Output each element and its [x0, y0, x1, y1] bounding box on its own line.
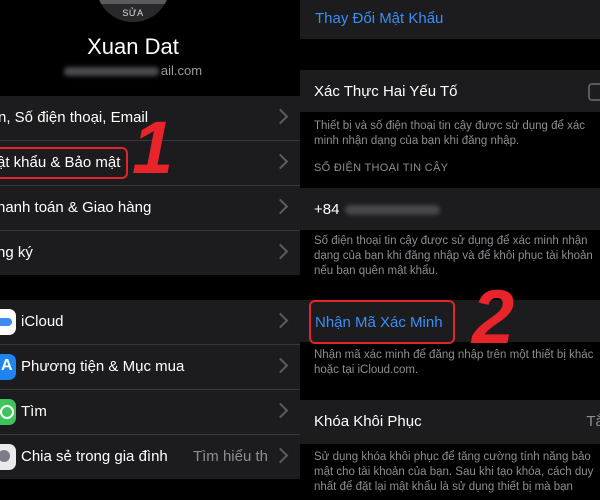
app-store-icon — [0, 354, 16, 380]
avatar-edit-label[interactable]: SỬA — [96, 4, 170, 22]
row-find-my[interactable]: Tìm — [0, 390, 300, 435]
icloud-icon — [0, 309, 16, 335]
row-detail: Tìm hiểu th — [192, 448, 268, 465]
recovery-key-label: Khóa Khôi Phục — [314, 413, 422, 430]
password-security-panel: Thay Đổi Mật Khẩu Xác Thực Hai Yếu Tố Th… — [300, 0, 600, 500]
row-label: hanh toán & Giao hàng — [0, 199, 152, 216]
password-security-highlight — [0, 147, 128, 179]
row-label: Tìm — [21, 403, 47, 420]
trusted-numbers-caption: SỐ ĐIỆN THOẠI TIN CẬY — [314, 162, 449, 174]
row-icloud[interactable]: iCloud — [0, 300, 300, 345]
row-label: Phương tiện & Mục mua — [21, 358, 185, 375]
recovery-key-row[interactable]: Khóa Khôi Phục Tắt — [300, 400, 600, 444]
services-group: iCloud Phương tiện & Mục mua Tìm Chia sẻ… — [0, 300, 300, 479]
step-number-2: 2 — [472, 275, 515, 360]
chevron-right-icon — [272, 198, 289, 215]
get-code-highlight — [309, 300, 455, 344]
row-label: Chia sẻ trong gia đình — [21, 448, 168, 465]
recovery-key-value: Tắt — [586, 413, 600, 430]
recovery-key-note: Sử dụng khóa khôi phục để tăng cường tín… — [314, 451, 594, 493]
chevron-right-icon — [272, 243, 289, 260]
two-factor-label: Xác Thực Hai Yếu Tố — [314, 83, 458, 100]
chevron-right-icon — [272, 153, 289, 170]
row-label: n, Số điện thoại, Email — [0, 109, 149, 126]
change-password-group: Thay Đổi Mật Khẩu — [300, 0, 600, 39]
chevron-right-icon — [272, 402, 289, 419]
chevron-right-icon — [272, 357, 289, 374]
row-media-purchases[interactable]: Phương tiện & Mục mua — [0, 345, 300, 390]
row-label: ng ký — [0, 244, 33, 261]
change-password-link[interactable]: Thay Đổi Mật Khẩu — [315, 10, 443, 27]
two-factor-status-icon — [588, 83, 600, 101]
profile-email: ail.com — [0, 63, 266, 78]
profile-name: Xuan Dat — [87, 34, 179, 59]
trusted-phone-row[interactable]: +84 — [300, 188, 600, 230]
step-number-1: 1 — [132, 106, 174, 189]
chevron-right-icon — [272, 108, 289, 125]
chevron-right-icon — [272, 312, 289, 329]
row-payment-shipping[interactable]: hanh toán & Giao hàng — [0, 186, 300, 231]
phone-redaction — [345, 205, 441, 216]
find-my-icon — [0, 399, 16, 425]
row-label: iCloud — [21, 313, 64, 330]
phone-note: Số điện thoại tin cậy được sử dụng để xá… — [314, 235, 593, 277]
phone-number: +84 — [314, 201, 441, 218]
two-factor-row[interactable]: Xác Thực Hai Yếu Tố — [300, 70, 600, 112]
avatar[interactable]: SỬA — [96, 0, 170, 22]
email-redaction — [63, 67, 159, 77]
row-family-sharing[interactable]: Chia sẻ trong gia đình Tìm hiểu th — [0, 435, 300, 479]
chevron-right-icon — [272, 447, 289, 464]
get-code-note: Nhận mã xác minh để đăng nhập trên một t… — [314, 349, 594, 376]
two-factor-note: Thiết bị và số điện thoại tin cậy được s… — [314, 120, 585, 147]
family-sharing-icon — [0, 444, 16, 470]
apple-id-settings-panel: SỬA Xuan Dat ail.com n, Số điện thoại, E… — [0, 0, 300, 500]
row-subscriptions[interactable]: ng ký — [0, 231, 300, 275]
